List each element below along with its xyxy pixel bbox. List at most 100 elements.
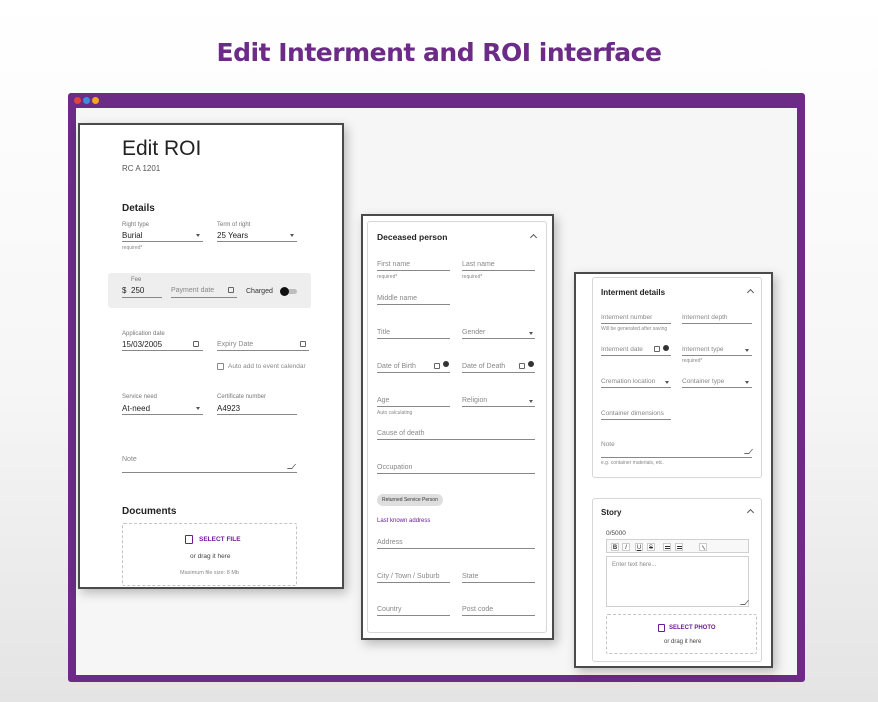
calendar-icon[interactable]	[193, 341, 199, 347]
container-dimensions-placeholder: Container dimensions	[601, 410, 664, 417]
application-date-value: 15/03/2005	[122, 340, 163, 349]
religion-placeholder: Religion	[462, 397, 488, 404]
country-placeholder: Country	[377, 606, 402, 613]
strikethrough-button[interactable]: S	[647, 543, 655, 551]
age-placeholder: Age	[377, 397, 390, 404]
deceased-person-card: Deceased person First name required* Las…	[361, 214, 554, 640]
bullet-list-icon[interactable]	[675, 543, 683, 551]
interment-title: Interment details	[601, 288, 666, 297]
fee-value: 250	[131, 286, 145, 295]
clock-icon[interactable]	[528, 361, 534, 367]
max-size-text: Maximum file size: 8 Mb	[180, 570, 239, 576]
payment-date-placeholder: Payment date	[171, 287, 215, 294]
returned-service-chip[interactable]: Returned Service Person	[377, 494, 443, 506]
story-title: Story	[601, 508, 622, 517]
term-of-right-label: Term of right	[217, 222, 251, 228]
last-name-placeholder: Last name	[462, 261, 495, 268]
interment-depth-placeholder: Interment depth	[682, 314, 728, 321]
calendar-icon[interactable]	[434, 363, 440, 369]
upload-icon	[185, 535, 193, 544]
clock-icon[interactable]	[663, 345, 669, 351]
page-headline: Edit Interment and ROI interface	[216, 38, 662, 67]
first-name-helper: required*	[377, 274, 398, 280]
right-type-value: Burial	[122, 231, 143, 240]
right-type-label: Right type	[122, 222, 150, 228]
select-photo-button[interactable]: SELECT PHOTO	[669, 625, 716, 631]
post-code-placeholder: Post code	[462, 606, 494, 613]
calendar-icon[interactable]	[300, 341, 306, 347]
last-known-address-label: Last known address	[377, 518, 431, 524]
bold-button[interactable]: B	[611, 543, 619, 551]
certificate-number-value: A4923	[217, 404, 241, 413]
interment-date-placeholder: Interment date	[601, 346, 643, 353]
deceased-panel	[367, 221, 547, 633]
charged-label: Charged	[246, 288, 273, 295]
upload-icon	[658, 624, 665, 632]
close-dot-icon[interactable]	[74, 97, 81, 104]
select-file-button[interactable]: SELECT FILE	[199, 536, 241, 543]
application-date-label: Application date	[122, 331, 165, 337]
roi-code: RC A 1201	[122, 164, 161, 173]
interment-number-helper: Will be generated after saving	[601, 326, 668, 332]
chevron-down-icon	[529, 400, 533, 403]
resize-handle-icon[interactable]	[286, 464, 297, 469]
interment-note-placeholder: Note	[601, 441, 615, 448]
editor-placeholder: Enter text here...	[612, 562, 657, 568]
first-name-placeholder: First name	[377, 261, 411, 268]
service-need-label: Service need	[122, 394, 158, 400]
minimize-dot-icon[interactable]	[83, 97, 90, 104]
details-heading: Details	[122, 203, 155, 214]
occupation-placeholder: Occupation	[377, 464, 413, 471]
dob-placeholder: Date of Birth	[377, 363, 416, 370]
gender-placeholder: Gender	[462, 329, 486, 336]
note-placeholder: Note	[122, 456, 137, 463]
interment-note-helper: e.g. container materials, etc.	[601, 460, 664, 466]
documents-heading: Documents	[122, 506, 177, 517]
story-editor[interactable]: Enter text here...	[606, 556, 750, 607]
charged-toggle[interactable]	[280, 287, 297, 296]
clear-format-icon[interactable]	[699, 543, 707, 551]
edit-roi-card: Edit ROI RC A 1201 Details Right type Bu…	[78, 123, 344, 589]
underline-button[interactable]: U	[635, 543, 643, 551]
chevron-down-icon	[745, 381, 749, 384]
age-helper: Auto calculating	[377, 410, 413, 416]
dod-placeholder: Date of Death	[462, 363, 506, 370]
editor-toolbar: B I U S	[606, 539, 749, 553]
calendar-icon[interactable]	[654, 346, 660, 352]
interment-number-placeholder: Interment number	[601, 314, 653, 321]
photo-drag-text: or drag it here	[664, 639, 702, 645]
chevron-down-icon	[529, 332, 533, 335]
drag-text: or drag it here	[190, 553, 231, 560]
address-placeholder: Address	[377, 539, 403, 546]
interment-type-helper: required*	[682, 358, 703, 364]
term-of-right-value: 25 Years	[217, 231, 249, 240]
checkbox-icon[interactable]	[217, 363, 224, 370]
fee-label: Fee	[131, 277, 142, 283]
italic-button[interactable]: I	[622, 543, 630, 551]
file-dropzone[interactable]: SELECT FILE or drag it here Maximum file…	[122, 523, 297, 586]
interment-type-placeholder: Interment type	[682, 346, 724, 353]
maximize-dot-icon[interactable]	[92, 97, 99, 104]
calendar-icon[interactable]	[519, 363, 525, 369]
currency-symbol: $	[122, 286, 127, 295]
cremation-location-placeholder: Cremation location	[601, 378, 656, 385]
service-need-value: At-need	[122, 404, 151, 413]
state-placeholder: State	[462, 573, 479, 580]
chevron-down-icon	[196, 234, 200, 237]
right-type-helper: required*	[122, 245, 143, 251]
calendar-icon[interactable]	[228, 287, 234, 293]
page-title: Edit ROI	[122, 137, 202, 160]
photo-dropzone[interactable]: SELECT PHOTO or drag it here	[606, 614, 757, 654]
auto-add-label: Auto add to event calendar	[228, 363, 306, 370]
resize-handle-icon[interactable]	[739, 600, 750, 605]
interment-card: Interment details Interment number Will …	[574, 272, 773, 668]
ordered-list-icon[interactable]	[663, 543, 671, 551]
chevron-down-icon	[665, 381, 669, 384]
cause-of-death-placeholder: Cause of death	[377, 430, 425, 437]
title-placeholder: Title	[377, 329, 390, 336]
chevron-down-icon	[745, 349, 749, 352]
deceased-title: Deceased person	[377, 232, 448, 242]
clock-icon[interactable]	[443, 361, 449, 367]
expiry-date-placeholder: Expiry Date	[217, 341, 254, 348]
certificate-number-label: Certificate number	[217, 394, 267, 400]
